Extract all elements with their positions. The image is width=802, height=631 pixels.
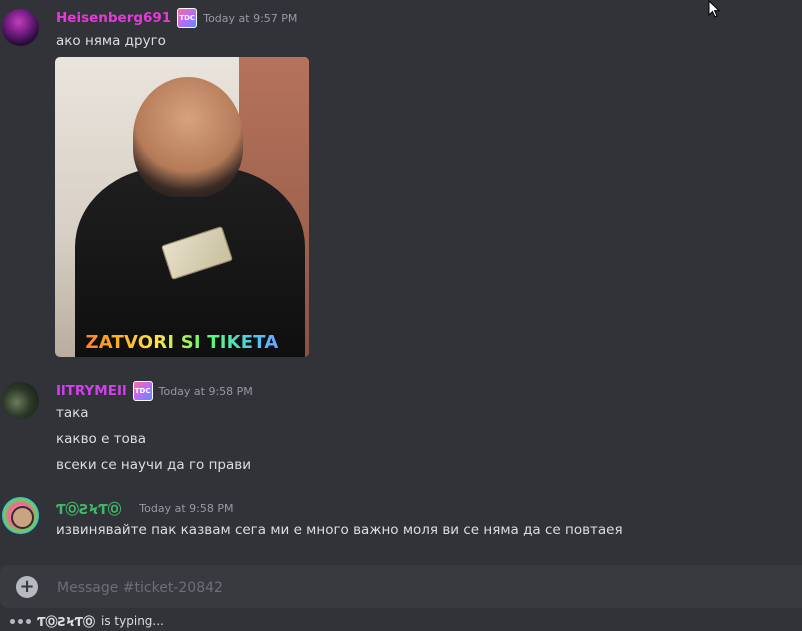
message-timestamp[interactable]: Today at 9:58 PM — [159, 385, 253, 398]
add-attachment-button[interactable]: + — [16, 576, 38, 598]
typing-dots-icon — [10, 618, 31, 624]
message-text: всеки се научи да го прави — [56, 457, 251, 473]
author-name[interactable]: IlTRYMEIl — [56, 383, 127, 399]
mouse-cursor-icon — [708, 0, 720, 18]
author-name[interactable]: Heisenberg691 — [56, 10, 171, 26]
author-name[interactable]: ƬⓄƧϞƬⓄ — [56, 498, 121, 518]
message-header: IlTRYMEIl TDC Today at 9:58 PM — [56, 381, 253, 401]
avatar[interactable] — [2, 9, 39, 46]
plus-icon: + — [19, 576, 35, 597]
avatar[interactable] — [2, 497, 39, 534]
message-text: извинявайте пак казвам сега ми е много в… — [56, 522, 623, 538]
message-text: какво е това — [56, 431, 147, 447]
typing-user: ƬⓄƧϞƬⓄ — [37, 614, 96, 629]
message-timestamp[interactable]: Today at 9:58 PM — [139, 502, 233, 515]
avatar[interactable] — [2, 382, 39, 419]
image-attachment[interactable]: ZATVORI SI TIKETA ZATVORI SI TIKETA — [55, 57, 309, 357]
message-text: така — [56, 405, 89, 421]
image-person-head — [133, 77, 243, 197]
image-caption: ZATVORI SI TIKETA — [55, 327, 309, 357]
avatar-face — [11, 506, 34, 529]
message-timestamp[interactable]: Today at 9:57 PM — [203, 12, 297, 25]
message-text: ако няма друго — [56, 33, 166, 49]
message-composer: + — [0, 565, 802, 608]
message-input[interactable] — [55, 573, 779, 602]
server-badge-icon[interactable]: TDC — [177, 8, 198, 28]
server-badge-icon[interactable]: TDC — [132, 381, 153, 401]
message-header: Heisenberg691 TDC Today at 9:57 PM — [56, 8, 297, 28]
message-header: ƬⓄƧϞƬⓄ Today at 9:58 PM — [56, 498, 233, 519]
typing-suffix: is typing... — [101, 614, 164, 628]
typing-indicator: ƬⓄƧϞƬⓄ is typing... — [10, 612, 164, 630]
